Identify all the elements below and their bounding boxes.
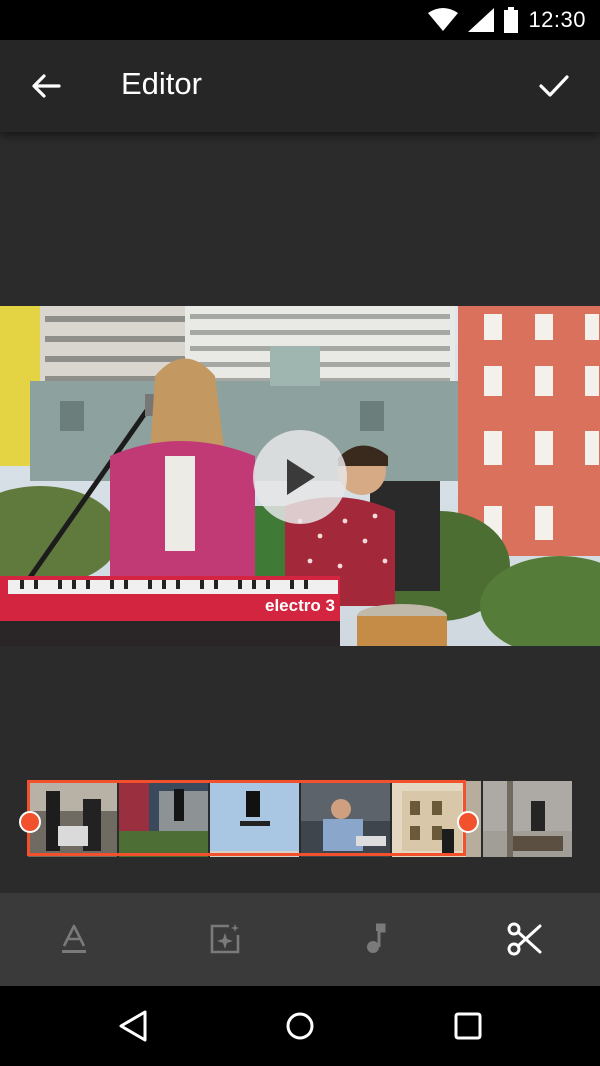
trim-start-handle[interactable] xyxy=(19,811,41,833)
sticker-tool-button[interactable] xyxy=(197,911,253,967)
sparkle-image-icon xyxy=(210,924,240,954)
thumbnail-row xyxy=(28,781,573,857)
cell-signal-icon xyxy=(468,8,495,32)
thumbnail-4[interactable] xyxy=(301,781,390,857)
confirm-button[interactable] xyxy=(530,62,578,110)
keyboard-brand-label: electro 3 xyxy=(265,596,335,615)
arrow-back-icon xyxy=(32,74,61,98)
trim-tool-button[interactable] xyxy=(497,911,553,967)
app-bar: Editor xyxy=(0,40,600,132)
status-bar: 12:30 xyxy=(0,0,600,40)
recents-square-icon xyxy=(454,1012,482,1040)
wifi-icon xyxy=(428,8,459,31)
thumbnail-6[interactable] xyxy=(483,781,572,857)
thumbnail-3[interactable] xyxy=(210,781,299,857)
battery-icon xyxy=(504,7,519,33)
trim-end-handle[interactable] xyxy=(457,811,479,833)
back-button[interactable] xyxy=(22,62,70,110)
nav-back-button[interactable] xyxy=(105,998,161,1054)
editor-toolbar xyxy=(0,893,600,986)
back-triangle-icon xyxy=(119,1010,147,1042)
play-button[interactable] xyxy=(253,430,347,524)
music-note-icon xyxy=(367,923,386,953)
nav-home-button[interactable] xyxy=(272,998,328,1054)
check-icon xyxy=(539,75,569,97)
status-icons: 12:30 xyxy=(428,6,586,34)
thumbnail-1[interactable] xyxy=(28,781,117,857)
nav-recents-button[interactable] xyxy=(440,998,496,1054)
status-time: 12:30 xyxy=(528,7,586,32)
scissors-icon xyxy=(507,922,542,956)
music-tool-button[interactable] xyxy=(346,911,402,967)
page-title: Editor xyxy=(121,66,202,101)
thumbnail-2[interactable] xyxy=(119,781,208,857)
home-circle-icon xyxy=(286,1012,314,1040)
system-nav-bar xyxy=(0,986,600,1066)
text-icon xyxy=(62,924,86,953)
timeline-strip[interactable] xyxy=(0,778,600,860)
text-tool-button[interactable] xyxy=(46,911,102,967)
play-icon xyxy=(287,459,315,495)
